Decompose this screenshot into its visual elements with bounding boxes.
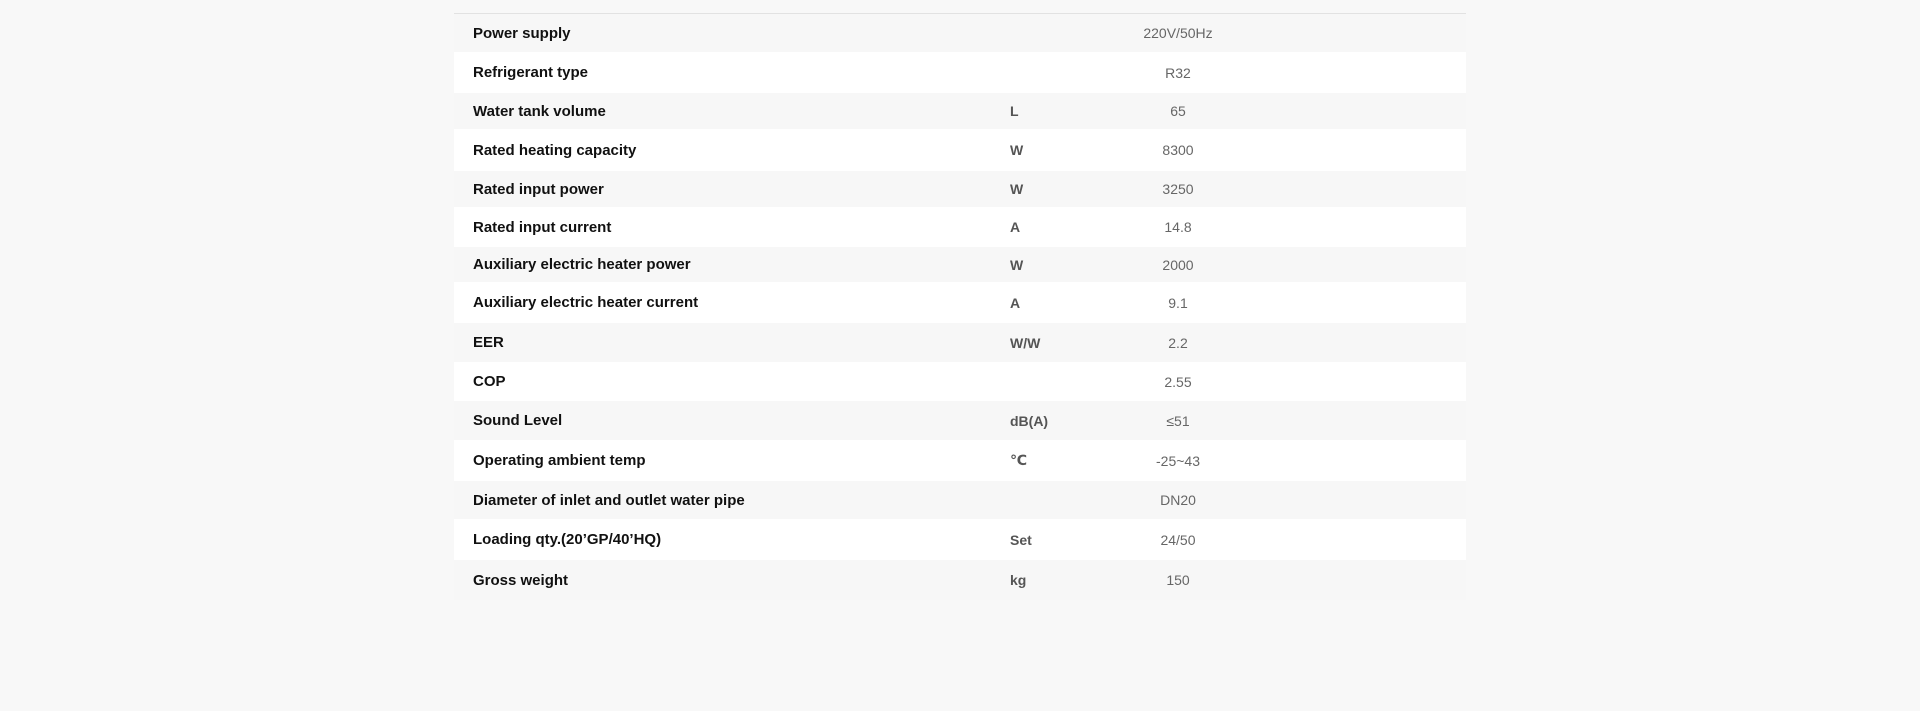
spec-unit: W/W xyxy=(1010,334,1041,351)
table-row: Sound Level dB(A) ≤51 xyxy=(454,401,1466,440)
spec-unit: A xyxy=(1010,294,1021,311)
spec-unit: kg xyxy=(1010,572,1027,588)
spec-value: ≤51 xyxy=(1166,412,1190,429)
spec-value: 24/50 xyxy=(1160,531,1196,548)
spec-name: Gross weight xyxy=(473,571,569,589)
spec-name: Rated input power xyxy=(473,180,604,198)
spec-name: Loading qty.(20’GP/40’HQ) xyxy=(473,531,662,548)
spec-value: -25~43 xyxy=(1156,452,1200,469)
table-row: Power supply 220V/50Hz xyxy=(454,14,1466,52)
spec-name: COP xyxy=(473,373,506,390)
spec-unit: W xyxy=(1010,142,1024,158)
spec-name: Rated input current xyxy=(473,218,612,236)
spec-value: 65 xyxy=(1170,103,1186,119)
spec-unit: L xyxy=(1010,103,1019,119)
spec-name: Water tank volume xyxy=(473,102,606,120)
table-row: Operating ambient temp ℃ -25~43 xyxy=(454,440,1466,481)
spec-name: Rated heating capacity xyxy=(473,141,637,159)
spec-name: EER xyxy=(473,334,504,351)
spec-value: R32 xyxy=(1165,64,1191,81)
spec-name: Auxiliary electric heater power xyxy=(473,256,691,273)
table-row: Auxiliary electric heater current A 9.1 xyxy=(454,282,1466,323)
table-row: Water tank volume L 65 xyxy=(454,93,1466,129)
spec-name: Auxiliary electric heater current xyxy=(473,294,699,311)
spec-value: 150 xyxy=(1166,572,1190,588)
spec-value: 2000 xyxy=(1162,256,1194,273)
spec-value: 220V/50Hz xyxy=(1143,25,1213,41)
spec-table: Power supply 220V/50Hz Refrigerant type … xyxy=(454,13,1466,600)
table-row: Gross weight kg 150 xyxy=(454,560,1466,600)
spec-unit: Set xyxy=(1010,531,1032,548)
spec-name: Power supply xyxy=(473,24,571,42)
spec-name: Diameter of inlet and outlet water pipe xyxy=(473,491,745,509)
table-row: Loading qty.(20’GP/40’HQ) Set 24/50 xyxy=(454,519,1466,560)
table-row: Refrigerant type R32 xyxy=(454,52,1466,93)
spec-value: DN20 xyxy=(1160,492,1196,508)
table-row: Rated input power W 3250 xyxy=(454,171,1466,207)
spec-unit: W xyxy=(1010,256,1024,273)
table-row: COP 2.55 xyxy=(454,362,1466,401)
spec-name: Refrigerant type xyxy=(473,64,589,81)
spec-unit: A xyxy=(1010,219,1021,235)
spec-value: 14.8 xyxy=(1164,219,1192,235)
table-row: EER W/W 2.2 xyxy=(454,323,1466,362)
spec-value: 3250 xyxy=(1162,181,1194,197)
spec-value: 2.2 xyxy=(1168,334,1188,351)
table-row: Rated heating capacity W 8300 xyxy=(454,129,1466,171)
spec-value: 8300 xyxy=(1162,142,1194,158)
spec-name: Operating ambient temp xyxy=(473,452,646,469)
spec-value: 2.55 xyxy=(1164,373,1192,390)
spec-name: Sound Level xyxy=(473,412,563,429)
table-row: Diameter of inlet and outlet water pipe … xyxy=(454,481,1466,519)
spec-unit: W xyxy=(1010,181,1024,197)
spec-value: 9.1 xyxy=(1168,294,1188,311)
spec-unit: ℃ xyxy=(1010,452,1027,468)
spec-unit: dB(A) xyxy=(1010,412,1049,429)
table-row: Auxiliary electric heater power W 2000 xyxy=(454,247,1466,282)
table-row: Rated input current A 14.8 xyxy=(454,207,1466,247)
